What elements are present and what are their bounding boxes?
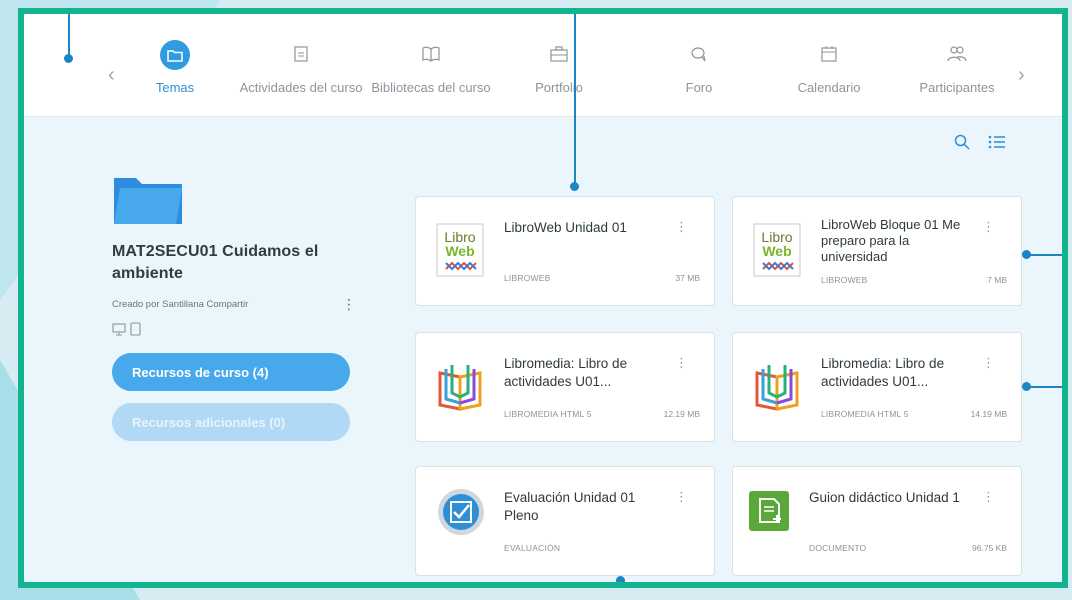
card-size: 7 MB [987,275,1007,285]
card-type: LIBROMEDIA HTML 5 [504,409,592,419]
chat-icon [690,46,708,65]
card-options-menu[interactable]: ⋮ [675,489,688,505]
top-navigation: ‹ Temas Actividades del curso Biblioteca… [24,14,1062,117]
additional-resources-button[interactable]: Recursos adicionales (0) [112,403,350,441]
svg-text:Web: Web [445,243,474,259]
course-resources-button[interactable]: Recursos de curso (4) [112,353,350,391]
people-icon [947,45,967,65]
card-size: 14.19 MB [970,409,1007,419]
folder-icon [160,40,190,70]
evaluation-check-icon [436,487,484,541]
card-options-menu[interactable]: ⋮ [982,219,995,235]
callout-dot [1022,250,1031,259]
card-type: LIBROWEB [504,273,551,283]
svg-text:Web: Web [762,243,791,259]
course-title: MAT2SECU01 Cuidamos el ambiente [112,243,319,282]
course-author: Creado por Santillana Compartir [112,299,249,310]
course-panel: MAT2SECU01 Cuidamos el ambiente Creado p… [112,174,356,441]
app-frame: ‹ Temas Actividades del curso Biblioteca… [18,8,1068,588]
libroweb-icon: Libro Web [436,223,484,277]
folder-icon [112,174,352,231]
clipboard-icon [293,45,309,66]
search-icon[interactable] [954,134,970,155]
card-title: LibroWeb Bloque 01 Me preparo para la un… [821,217,961,264]
callout-line [68,14,70,56]
tab-participantes[interactable]: Participantes [892,38,1022,95]
resource-card[interactable]: Libromedia: Libro de actividades U01... … [415,332,715,442]
tab-foro[interactable]: Foro [634,38,764,95]
card-size: 37 MB [675,273,700,283]
card-options-menu[interactable]: ⋮ [675,355,688,371]
libroweb-icon: Libro Web [753,223,801,277]
content-toolbar [954,134,1006,155]
callout-dot [1022,382,1031,391]
tab-calendario[interactable]: Calendario [764,38,894,95]
tablet-icon [130,322,141,341]
calendar-icon [821,45,837,65]
card-options-menu[interactable]: ⋮ [675,219,688,235]
card-title: Libromedia: Libro de actividades U01... [821,356,945,389]
list-view-icon[interactable] [988,134,1006,155]
tab-label: Calendario [797,80,861,95]
callout-line [574,14,576,184]
card-size: 12.19 MB [663,409,700,419]
nav-next-arrow[interactable]: › [1018,64,1025,87]
course-options-menu[interactable]: ⋮ [342,296,356,313]
card-type: EVALUACIÓN [504,543,561,553]
card-title: Guion didáctico Unidad 1 [809,490,960,505]
tab-label: Temas [155,80,195,95]
callout-dot [64,54,73,63]
callout-line [1026,254,1062,256]
desktop-icon [112,322,126,341]
resource-card[interactable]: Libro Web LibroWeb Unidad 01 ⋮ LIBROWEB 3… [415,196,715,306]
resource-card[interactable]: Libro Web LibroWeb Bloque 01 Me preparo p… [732,196,1022,306]
callout-dot [570,182,579,191]
card-size: 96.75 KB [972,543,1007,553]
resource-card[interactable]: Evaluación Unidad 01 Pleno ⋮ EVALUACIÓN [415,466,715,576]
tab-label: Bibliotecas del curso [371,80,491,95]
tab-label: Foro [685,80,713,95]
libromedia-icon [753,359,801,413]
briefcase-icon [550,45,568,65]
resource-card[interactable]: Libromedia: Libro de actividades U01... … [732,332,1022,442]
card-title: Libromedia: Libro de actividades U01... [504,356,628,389]
tab-actividades[interactable]: Actividades del curso [236,38,366,95]
resource-card[interactable]: Guion didáctico Unidad 1 ⋮ DOCUMENTO 96.… [732,466,1022,576]
callout-line [1026,386,1062,388]
card-title: Evaluación Unidad 01 Pleno [504,490,636,523]
tab-temas[interactable]: Temas [110,38,240,95]
callout-dot [616,576,625,582]
tab-label: Participantes [919,80,995,95]
card-options-menu[interactable]: ⋮ [982,355,995,371]
card-type: DOCUMENTO [809,543,867,553]
tab-label: Portfolio [535,80,583,95]
card-type: LIBROMEDIA HTML 5 [821,409,909,419]
device-icons [112,322,352,341]
tab-label: Actividades del curso [239,80,363,95]
card-options-menu[interactable]: ⋮ [982,489,995,505]
document-icon [747,489,795,543]
card-type: LIBROWEB [821,275,868,285]
book-icon [422,46,440,65]
tab-bibliotecas[interactable]: Bibliotecas del curso [366,38,496,95]
libromedia-icon [436,359,484,413]
card-title: LibroWeb Unidad 01 [504,220,627,235]
tab-portfolio[interactable]: Portfolio [494,38,624,95]
